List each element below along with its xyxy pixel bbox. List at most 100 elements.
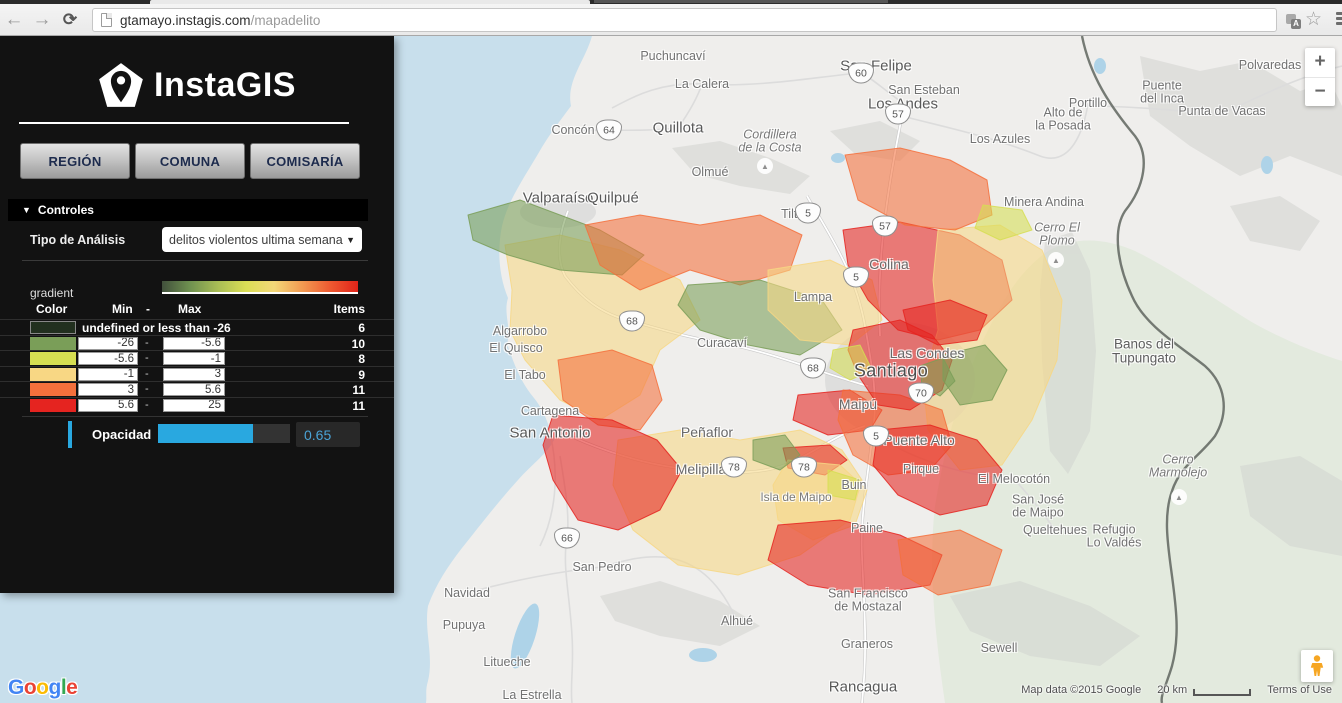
google-logo-letter: g	[49, 676, 61, 699]
map-place-label: Algarrobo	[493, 324, 547, 338]
legend-max-input[interactable]	[163, 337, 225, 350]
pegman-streetview-control[interactable]	[1301, 650, 1333, 682]
legend-row: - 10	[0, 335, 394, 351]
map-place-label: San Antonio	[510, 425, 591, 442]
legend-dash: -	[145, 337, 149, 349]
legend-min-input[interactable]	[78, 352, 138, 365]
map-place-label: Sewell	[981, 641, 1018, 655]
opacity-slider[interactable]	[158, 424, 290, 443]
legend-max-input[interactable]	[163, 399, 225, 412]
legend-min-input[interactable]	[78, 383, 138, 396]
forward-button[interactable]: →	[28, 7, 56, 33]
reload-button[interactable]: ⟳	[56, 7, 84, 33]
terms-of-use-link[interactable]: Terms of Use	[1267, 684, 1332, 696]
pegman-icon	[1310, 655, 1324, 677]
background-tab[interactable]	[594, 0, 888, 3]
legend-header-row: Color Min - Max Items	[0, 302, 394, 316]
map-zoom-control: + −	[1305, 48, 1335, 106]
map-place-label: Punta de Vacas	[1178, 104, 1265, 118]
map-place-label: Maipú	[839, 396, 877, 412]
map-place-label: Santiago	[854, 361, 928, 382]
analysis-type-select[interactable]: delitos violentos ultima semana ▼	[162, 227, 362, 252]
map-place-label: Litueche	[483, 655, 530, 669]
legend-min-input[interactable]	[78, 399, 138, 412]
map-place-label: Cordillerade la Costa	[738, 129, 801, 154]
google-logo[interactable]: Google	[8, 676, 77, 700]
map-place-label: Cerro ElPlomo	[1034, 222, 1080, 247]
map-place-label: Puchuncaví	[640, 49, 705, 63]
legend-header-dash: -	[146, 302, 150, 316]
analysis-type-value: delitos violentos ultima semana	[169, 233, 343, 247]
map-place-label: Paine	[851, 521, 883, 535]
legend-items-count: 10	[352, 337, 365, 351]
region-polygon[interactable]	[845, 148, 992, 230]
level-tabs: REGIÓNCOMUNACOMISARÍA	[20, 143, 360, 179]
url-path: /mapadelito	[251, 13, 321, 28]
analysis-type-label: Tipo de Análisis	[30, 233, 125, 247]
legend-items-count: 6	[358, 321, 365, 335]
select-chevron-down-icon: ▼	[346, 235, 355, 245]
map-place-label: Cartagena	[521, 404, 579, 418]
legend-header-min: Min	[112, 302, 133, 316]
browser-toolbar: ← → ⟳ gtamayo.instagis.com/mapadelito A …	[0, 4, 1342, 36]
tab-región[interactable]: REGIÓN	[20, 143, 130, 179]
map-place-label: Navidad	[444, 586, 490, 600]
map-place-label: El Melocotón	[978, 472, 1050, 486]
back-button[interactable]: ←	[0, 7, 28, 33]
map-scale-control[interactable]: 20 km	[1157, 684, 1251, 696]
legend-items-count: 11	[352, 383, 365, 397]
legend-min-input[interactable]	[78, 337, 138, 350]
logo-divider	[19, 122, 349, 124]
map-attribution: Map data ©2015 Google	[1021, 684, 1141, 696]
legend-row: -11	[0, 381, 394, 397]
controls-header-label: Controles	[38, 203, 94, 217]
section-divider	[22, 416, 368, 417]
opacity-accent-bar	[68, 421, 72, 448]
map-place-label: Banos delTupungato	[1112, 338, 1176, 365]
tab-comuna[interactable]: COMUNA	[135, 143, 245, 179]
map-place-label: San Pedro	[572, 560, 631, 574]
scale-bar	[1193, 689, 1251, 696]
legend-max-input[interactable]	[163, 368, 225, 381]
legend-header-items: Items	[334, 302, 365, 316]
map-place-label: Alto dela Posada	[1035, 107, 1091, 132]
map-place-label: Los Azules	[970, 132, 1030, 146]
map-place-label: RefugioLo Valdés	[1087, 524, 1142, 549]
legend-items-count: 8	[358, 352, 365, 366]
browser-menu-icon[interactable]	[1336, 12, 1342, 27]
legend-max-input[interactable]	[163, 352, 225, 365]
legend-dash: -	[145, 399, 149, 411]
legend-dash: -	[145, 368, 149, 380]
zoom-in-button[interactable]: +	[1305, 48, 1335, 78]
map-place-label: Quilpué	[587, 190, 639, 207]
map-attribution-bar: Map data ©2015 Google 20 km Terms of Use	[1021, 684, 1332, 696]
map-place-label: Pupuya	[443, 618, 485, 632]
google-logo-letter: o	[36, 676, 48, 699]
legend-row: -11	[0, 397, 394, 413]
zoom-out-button[interactable]: −	[1305, 78, 1335, 107]
legend-max-input[interactable]	[163, 383, 225, 396]
map-place-label: Olmué	[692, 165, 729, 179]
map-place-label: Minera Andina	[1004, 195, 1084, 209]
opacity-label: Opacidad	[92, 427, 151, 442]
section-divider	[22, 260, 368, 261]
instagis-pin-logo-icon	[98, 62, 144, 108]
map-place-label: Melipilla	[676, 461, 727, 477]
controls-section-header[interactable]: ▼ Controles	[8, 199, 368, 221]
bookmark-star-icon[interactable]: ☆	[1305, 8, 1322, 31]
url-bar[interactable]: gtamayo.instagis.com/mapadelito	[92, 8, 1277, 32]
map-place-label: El Quisco	[489, 341, 543, 355]
legend-row: -9	[0, 366, 394, 382]
tab-comisaría[interactable]: COMISARÍA	[250, 143, 360, 179]
app-window: ← → ⟳ gtamayo.instagis.com/mapadelito A …	[0, 0, 1342, 703]
logo-row: InstaGIS	[0, 62, 394, 108]
legend-color-swatch	[30, 352, 76, 365]
legend-min-input[interactable]	[78, 368, 138, 381]
legend-color-swatch	[30, 383, 76, 396]
legend-table: undefined or less than -266-10-8-9-11-11	[0, 319, 394, 412]
translate-icon[interactable]: A	[1286, 14, 1301, 29]
map-place-label: Lampa	[794, 290, 832, 304]
opacity-value-field[interactable]: 0.65	[296, 422, 360, 447]
sidebar-panel: InstaGIS REGIÓNCOMUNACOMISARÍA ▼ Control…	[0, 36, 394, 593]
gradient-color-bar[interactable]	[162, 281, 358, 294]
